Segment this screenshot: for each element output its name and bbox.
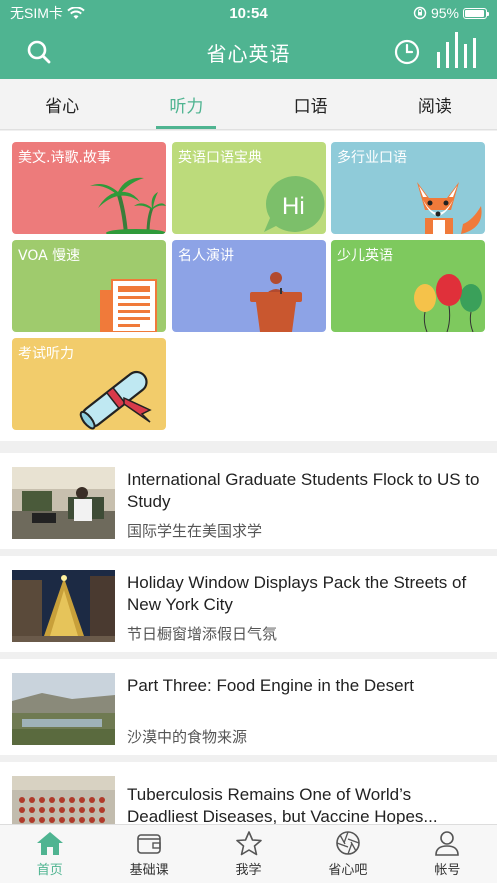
article-title: Holiday Window Displays Pack the Streets… [127,573,467,614]
category-card-oral-guide[interactable]: 英语口语宝典 Hi [172,142,326,234]
wifi-icon [67,6,85,19]
article-title: Tuberculosis Remains One of World’s Dead… [127,785,438,826]
article-title: Part Three: Food Engine in the Desert [127,676,414,695]
category-card-kids-english[interactable]: 少儿英语 [331,240,485,332]
battery-percent: 95% [430,5,459,21]
aperture-icon [336,831,360,855]
audio-bars-icon[interactable] [435,32,479,68]
status-time: 10:54 [229,4,268,22]
list-item[interactable]: Part Three: Food Engine in the Desert 沙漠… [0,659,497,755]
balloons-icon [414,274,482,332]
article-title: International Graduate Students Flock to… [127,470,480,511]
carrier-label: 无SIM卡 [10,5,63,21]
hi-bubble-icon: Hi [264,176,325,232]
list-item[interactable]: Holiday Window Displays Pack the Streets… [0,556,497,652]
tab-shengxin[interactable]: 省心 [0,79,124,129]
category-card-poetry[interactable]: 美文.诗歌.故事 [12,142,166,234]
palm-tree-icon [90,177,166,234]
podium-icon [250,272,302,332]
svg-text:Hi: Hi [282,193,305,220]
tab-reading[interactable]: 阅读 [373,79,497,129]
article-thumbnail [12,570,115,642]
article-subtitle: 节日橱窗增添假日气氛 [127,625,278,643]
star-icon [235,831,262,856]
search-icon[interactable] [25,38,53,66]
tabbar-home[interactable]: 首页 [0,825,99,883]
article-subtitle: 沙漠中的食物来源 [127,728,248,746]
battery-icon [463,7,489,19]
category-card-industry[interactable]: 多行业口语 [331,142,485,234]
tabbar-my-study[interactable]: 我学 [199,825,298,883]
header: 省心英语 [0,26,497,79]
tabbar-basic-course[interactable]: 基础课 [99,825,198,883]
tabbar-account[interactable]: 帐号 [398,825,497,883]
article-list: International Graduate Students Flock to… [0,453,497,865]
category-tabs: 省心 听力 口语 阅读 [0,79,497,130]
orientation-lock-icon [413,6,427,20]
bottom-tab-bar: 首页 基础课 我学 省心吧 帐号 [0,824,497,883]
article-thumbnail [12,673,115,745]
user-icon [435,831,460,856]
category-card-exam-listening[interactable]: 考试听力 [12,338,166,430]
diploma-icon [79,370,152,430]
home-icon [36,832,63,855]
tab-listening[interactable]: 听力 [124,79,248,129]
page-title: 省心英语 [206,42,291,66]
tab-speaking[interactable]: 口语 [249,79,373,129]
history-clock-icon[interactable] [393,38,421,66]
category-card-famous-speeches[interactable]: 名人演讲 [172,240,326,332]
tabbar-community[interactable]: 省心吧 [298,825,397,883]
fox-icon [417,182,482,234]
list-item[interactable]: International Graduate Students Flock to… [0,453,497,549]
category-card-voa-slow[interactable]: VOA 慢速 [12,240,166,332]
status-bar: 无SIM卡 10:54 95% [0,0,497,26]
top-bar: 无SIM卡 10:54 95% 省心英语 [0,0,497,79]
article-thumbnail [12,467,115,539]
newspaper-icon [100,279,157,332]
wallet-icon [137,834,161,854]
category-grid: 美文.诗歌.故事 英语口语宝典 Hi 多行业口语 VOA 慢速 名人演讲 少儿英… [0,131,497,441]
article-subtitle: 国际学生在美国求学 [127,522,263,540]
